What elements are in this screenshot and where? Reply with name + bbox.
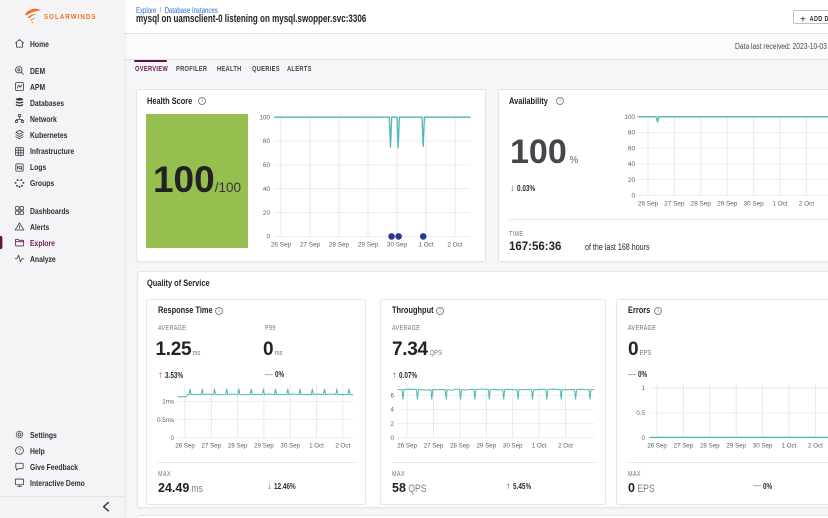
svg-text:30 Sep: 30 Sep (753, 443, 773, 450)
svg-text:26 Sep: 26 Sep (175, 443, 195, 450)
svg-text:26 Sep: 26 Sep (271, 242, 292, 249)
svg-text:0: 0 (631, 193, 635, 200)
svg-text:29 Sep: 29 Sep (254, 443, 274, 450)
svg-text:0.5ms: 0.5ms (157, 417, 174, 424)
svg-text:1 Oct: 1 Oct (418, 242, 433, 249)
svg-text:27 Sep: 27 Sep (201, 443, 221, 450)
svg-text:40: 40 (263, 186, 271, 193)
svg-text:100: 100 (259, 114, 270, 121)
svg-text:30 Sep: 30 Sep (743, 201, 764, 208)
svg-text:30 Sep: 30 Sep (503, 443, 523, 450)
svg-text:2 Oct: 2 Oct (799, 201, 814, 208)
svg-text:6: 6 (391, 393, 395, 400)
svg-text:1ms: 1ms (162, 399, 174, 406)
svg-text:27 Sep: 27 Sep (300, 242, 321, 249)
svg-text:0: 0 (171, 435, 175, 442)
svg-text:27 Sep: 27 Sep (664, 201, 685, 208)
svg-text:29 Sep: 29 Sep (358, 242, 379, 249)
svg-text:29 Sep: 29 Sep (726, 443, 746, 450)
svg-text:29 Sep: 29 Sep (476, 443, 496, 450)
svg-text:26 Sep: 26 Sep (647, 443, 667, 450)
svg-text:?: ? (18, 448, 21, 454)
svg-text:60: 60 (263, 162, 271, 169)
svg-text:1: 1 (642, 385, 646, 392)
svg-text:2: 2 (391, 421, 395, 428)
svg-text:29 Sep: 29 Sep (717, 201, 738, 208)
svg-text:80: 80 (628, 130, 636, 137)
svg-text:60: 60 (628, 145, 636, 152)
svg-text:4: 4 (391, 407, 395, 414)
svg-text:0.5: 0.5 (636, 410, 645, 417)
svg-text:26 Sep: 26 Sep (638, 201, 659, 208)
svg-text:28 Sep: 28 Sep (329, 242, 350, 249)
svg-text:80: 80 (263, 138, 271, 145)
svg-text:2 Oct: 2 Oct (808, 443, 823, 450)
svg-text:20: 20 (263, 210, 271, 217)
svg-text:0: 0 (642, 435, 646, 442)
svg-text:0: 0 (266, 234, 270, 241)
svg-text:2 Oct: 2 Oct (447, 242, 462, 249)
svg-text:1 Oct: 1 Oct (782, 443, 797, 450)
svg-text:20: 20 (628, 177, 636, 184)
svg-text:26 Sep: 26 Sep (397, 443, 417, 450)
svg-text:2 Oct: 2 Oct (335, 443, 350, 450)
svg-text:40: 40 (628, 161, 636, 168)
svg-text:0: 0 (391, 435, 395, 442)
svg-text:27 Sep: 27 Sep (424, 443, 444, 450)
svg-text:1 Oct: 1 Oct (772, 201, 787, 208)
svg-text:100: 100 (624, 114, 635, 121)
svg-text:30 Sep: 30 Sep (280, 443, 300, 450)
svg-text:1 Oct: 1 Oct (532, 443, 547, 450)
svg-text:28 Sep: 28 Sep (700, 443, 720, 450)
svg-text:28 Sep: 28 Sep (450, 443, 470, 450)
svg-text:28 Sep: 28 Sep (691, 201, 712, 208)
svg-text:2 Oct: 2 Oct (558, 443, 573, 450)
svg-text:30 Sep: 30 Sep (387, 242, 408, 249)
svg-text:28 Sep: 28 Sep (228, 443, 248, 450)
svg-text:1 Oct: 1 Oct (309, 443, 324, 450)
svg-text:27 Sep: 27 Sep (674, 443, 694, 450)
